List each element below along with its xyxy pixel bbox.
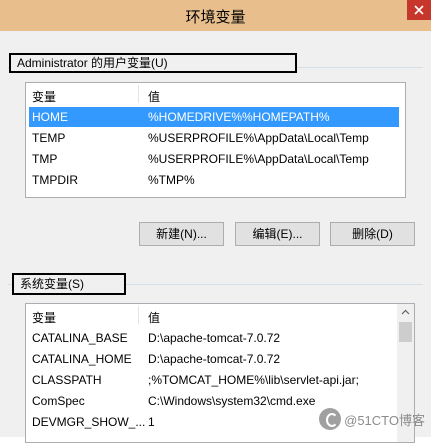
variable-name: TEMP [32,131,66,145]
variable-name: DEVMGR_SHOW_... [32,415,146,429]
close-icon [414,5,424,15]
column-header-value[interactable]: 值 [148,88,160,105]
list-item[interactable]: CLASSPATH ;%TOMCAT_HOME%\lib\servlet-api… [29,370,397,390]
system-vars-list-header: 变量 值 [26,304,414,326]
variable-name: CATALINA_HOME [32,352,132,366]
delete-button[interactable]: 删除(D) [330,222,415,246]
close-button[interactable] [407,0,431,20]
variable-value: %USERPROFILE%\AppData\Local\Temp [148,131,369,145]
list-item[interactable]: CATALINA_HOME D:\apache-tomcat-7.0.72 [29,349,397,369]
variable-name: TMPDIR [32,173,78,187]
list-item[interactable]: HOME %HOMEDRIVE%%HOMEPATH% [29,107,399,127]
window-title: 环境变量 [185,9,246,26]
list-item[interactable]: TMPDIR %TMP% [29,170,399,190]
variable-name: CLASSPATH [32,373,102,387]
watermark-text: @51CTO博客 [344,412,425,428]
column-header-variable[interactable]: 变量 [32,309,56,326]
column-separator[interactable] [138,85,139,103]
variable-value: ;%TOMCAT_HOME%\lib\servlet-api.jar; [148,373,359,387]
user-vars-group-label: Administrator 的用户变量(U) [9,53,297,73]
variable-value: %TMP% [148,173,195,187]
scroll-up-button[interactable] [397,304,414,321]
list-item[interactable]: CATALINA_BASE D:\apache-tomcat-7.0.72 [29,328,397,348]
chevron-up-icon [401,309,410,315]
variable-value: %USERPROFILE%\AppData\Local\Temp [148,152,369,166]
variable-value: D:\apache-tomcat-7.0.72 [148,352,281,366]
list-item[interactable]: TMP %USERPROFILE%\AppData\Local\Temp [29,149,399,169]
scroll-thumb[interactable] [399,322,412,342]
variable-name: CATALINA_BASE [32,331,128,345]
title-bar[interactable]: 环境变量 [0,0,431,31]
variable-name: ComSpec [32,394,85,408]
watermark: @51CTO博客 [319,407,425,431]
edit-button[interactable]: 编辑(E)... [235,222,320,246]
user-vars-list-header: 变量 值 [26,83,405,105]
column-separator[interactable] [138,306,139,324]
watermark-logo-icon [319,408,342,430]
window-body: Administrator 的用户变量(U) 变量 值 HOME %HOMEDR… [0,31,431,443]
list-item[interactable]: TEMP %USERPROFILE%\AppData\Local\Temp [29,128,399,148]
variable-value: C:\Windows\system32\cmd.exe [148,394,316,408]
new-button[interactable]: 新建(N)... [139,222,224,246]
variable-name: HOME [32,110,68,124]
variable-value: D:\apache-tomcat-7.0.72 [148,331,281,345]
variable-name: TMP [32,152,58,166]
variable-value: %HOMEDRIVE%%HOMEPATH% [148,110,330,124]
system-vars-group-label: 系统变量(S) [12,273,126,295]
variable-value: 1 [148,415,155,429]
column-header-variable[interactable]: 变量 [32,88,56,105]
user-vars-list[interactable]: 变量 值 HOME %HOMEDRIVE%%HOMEPATH% TEMP %US… [25,82,406,198]
column-header-value[interactable]: 值 [148,309,160,326]
